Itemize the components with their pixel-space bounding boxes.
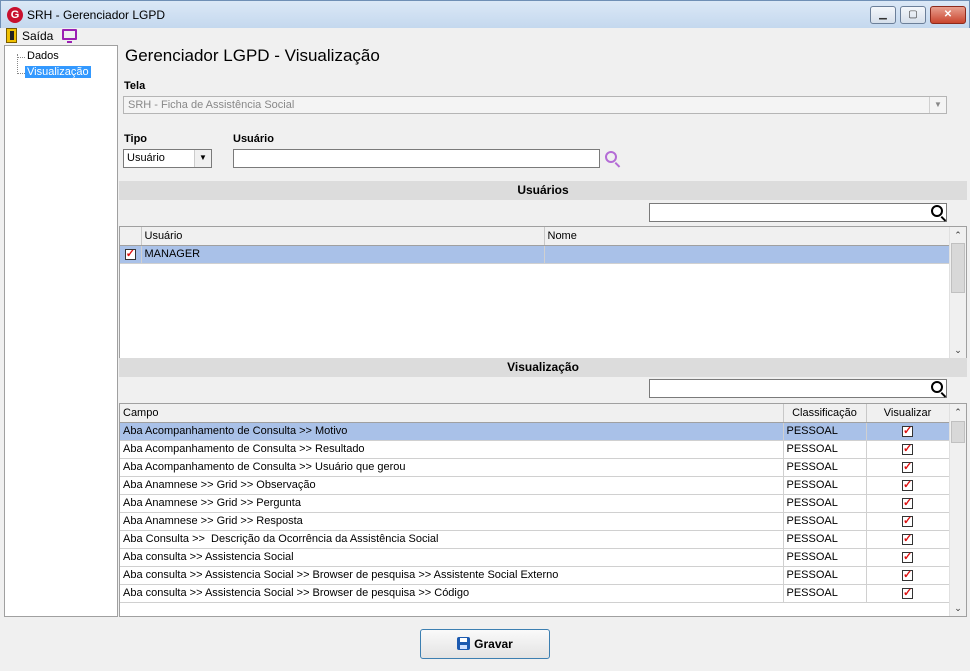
- cell-classificacao: PESSOAL: [783, 440, 867, 459]
- cell-campo: Aba Consulta >> Descrição da Ocorrência …: [120, 530, 784, 549]
- visualizar-checkbox[interactable]: [902, 586, 913, 599]
- cell-campo: Aba Acompanhamento de Consulta >> Result…: [120, 440, 784, 459]
- tipo-select[interactable]: Usuário ▼: [123, 149, 212, 168]
- app-logo-icon: G: [7, 7, 23, 23]
- window-title: SRH - Gerenciador LGPD: [27, 8, 166, 22]
- cell-campo: Aba consulta >> Assistencia Social >> Br…: [120, 584, 784, 603]
- cell-classificacao: PESSOAL: [783, 548, 867, 567]
- chevron-down-icon[interactable]: ▼: [929, 97, 946, 113]
- view-search-input[interactable]: [649, 379, 947, 398]
- cell-campo: Aba Anamnese >> Grid >> Resposta: [120, 512, 784, 531]
- select-all-header[interactable]: [120, 227, 142, 246]
- tela-select[interactable]: SRH - Ficha de Assistência Social ▼: [123, 96, 947, 114]
- scroll-down-icon[interactable]: ⌄: [950, 342, 966, 358]
- view-grid-scrollbar[interactable]: ⌃ ⌄: [949, 404, 966, 616]
- cell-classificacao: PESSOAL: [783, 584, 867, 603]
- page-title: Gerenciador LGPD - Visualização: [125, 46, 380, 65]
- menu-bar: Saída: [0, 28, 970, 44]
- users-section-header: Usuários: [119, 181, 967, 200]
- cell-campo: Aba Acompanhamento de Consulta >> Usuári…: [120, 458, 784, 477]
- table-row[interactable]: MANAGER: [120, 245, 950, 264]
- cell-nome: [544, 245, 950, 264]
- users-grid: Usuário Nome MANAGER ⌃ ⌄: [119, 226, 967, 359]
- column-header-visualizar[interactable]: Visualizar: [866, 404, 950, 423]
- cell-classificacao: PESSOAL: [783, 494, 867, 513]
- save-button[interactable]: Gravar: [420, 629, 550, 659]
- cell-campo: Aba Anamnese >> Grid >> Observação: [120, 476, 784, 495]
- search-icon[interactable]: [931, 381, 943, 393]
- tree-item-dados[interactable]: Dados: [25, 50, 61, 62]
- search-icon[interactable]: [931, 205, 943, 217]
- monitor-icon[interactable]: [62, 29, 77, 43]
- exit-menu-item[interactable]: Saída: [22, 29, 53, 43]
- visualizar-checkbox[interactable]: [902, 550, 913, 563]
- cell-classificacao: PESSOAL: [783, 458, 867, 477]
- visualizar-checkbox[interactable]: [902, 460, 913, 473]
- floppy-disk-icon: [457, 637, 471, 650]
- cell-classificacao: PESSOAL: [783, 476, 867, 495]
- tipo-label: Tipo: [124, 133, 148, 145]
- visualizar-checkbox[interactable]: [902, 568, 913, 581]
- table-row[interactable]: Aba consulta >> Assistencia Social >> Br…: [120, 584, 950, 603]
- cell-classificacao: PESSOAL: [783, 530, 867, 549]
- visualizar-checkbox[interactable]: [902, 514, 913, 527]
- visualizar-checkbox[interactable]: [902, 424, 913, 437]
- tree-item-visualizacao[interactable]: Visualização: [25, 66, 91, 78]
- table-row[interactable]: Aba Anamnese >> Grid >> Pergunta PESSOAL: [120, 494, 950, 513]
- tipo-select-value: Usuário: [127, 152, 165, 164]
- row-checkbox[interactable]: [124, 247, 136, 260]
- visualizar-checkbox[interactable]: [902, 442, 913, 455]
- tela-label: Tela: [124, 80, 146, 92]
- table-row[interactable]: Aba Anamnese >> Grid >> Resposta PESSOAL: [120, 512, 950, 531]
- usuario-input[interactable]: [233, 149, 600, 168]
- scroll-up-icon[interactable]: ⌃: [950, 404, 966, 420]
- cell-usuario: MANAGER: [141, 245, 545, 264]
- view-section-header: Visualização: [119, 358, 967, 377]
- close-button[interactable]: ✕: [930, 6, 966, 24]
- users-grid-scrollbar[interactable]: ⌃ ⌄: [949, 227, 966, 358]
- column-header-classificacao[interactable]: Classificação: [783, 404, 867, 423]
- table-row[interactable]: Aba Consulta >> Descrição da Ocorrência …: [120, 530, 950, 549]
- usuario-label: Usuário: [233, 133, 274, 145]
- navigation-tree: Dados Visualização: [4, 45, 118, 617]
- chevron-down-icon[interactable]: ▼: [194, 150, 211, 167]
- table-row[interactable]: Aba Acompanhamento de Consulta >> Motivo…: [120, 422, 950, 441]
- scroll-thumb[interactable]: [951, 421, 965, 443]
- minimize-button[interactable]: ▁: [870, 6, 896, 24]
- tela-select-value: SRH - Ficha de Assistência Social: [128, 99, 295, 111]
- table-row[interactable]: Aba consulta >> Assistencia Social >> Br…: [120, 566, 950, 585]
- view-grid: Campo Classificação Visualizar Aba Acomp…: [119, 403, 967, 617]
- column-header-campo[interactable]: Campo: [120, 404, 784, 423]
- table-row[interactable]: Aba consulta >> Assistencia Social PESSO…: [120, 548, 950, 567]
- cell-campo: Aba Acompanhamento de Consulta >> Motivo: [120, 422, 784, 441]
- table-row[interactable]: Aba Acompanhamento de Consulta >> Usuári…: [120, 458, 950, 477]
- visualizar-checkbox[interactable]: [902, 478, 913, 491]
- cell-campo: Aba consulta >> Assistencia Social >> Br…: [120, 566, 784, 585]
- table-row[interactable]: Aba Anamnese >> Grid >> Observação PESSO…: [120, 476, 950, 495]
- search-user-icon[interactable]: [605, 151, 617, 163]
- cell-campo: Aba consulta >> Assistencia Social: [120, 548, 784, 567]
- tree-connector: [18, 57, 25, 58]
- window-titlebar: G SRH - Gerenciador LGPD ▁ ▢ ✕: [0, 0, 970, 28]
- tree-connector: [18, 73, 25, 74]
- column-header-usuario[interactable]: Usuário: [141, 227, 545, 246]
- users-search-input[interactable]: [649, 203, 947, 222]
- visualizar-checkbox[interactable]: [902, 496, 913, 509]
- table-row[interactable]: Aba Acompanhamento de Consulta >> Result…: [120, 440, 950, 459]
- maximize-button[interactable]: ▢: [900, 6, 926, 24]
- scroll-down-icon[interactable]: ⌄: [950, 600, 966, 616]
- visualizar-checkbox[interactable]: [902, 532, 913, 545]
- cell-campo: Aba Anamnese >> Grid >> Pergunta: [120, 494, 784, 513]
- cell-classificacao: PESSOAL: [783, 422, 867, 441]
- cell-classificacao: PESSOAL: [783, 512, 867, 531]
- exit-door-icon[interactable]: [6, 28, 17, 43]
- scroll-up-icon[interactable]: ⌃: [950, 227, 966, 243]
- cell-classificacao: PESSOAL: [783, 566, 867, 585]
- column-header-nome[interactable]: Nome: [544, 227, 950, 246]
- save-button-label: Gravar: [474, 637, 513, 651]
- scroll-thumb[interactable]: [951, 243, 965, 293]
